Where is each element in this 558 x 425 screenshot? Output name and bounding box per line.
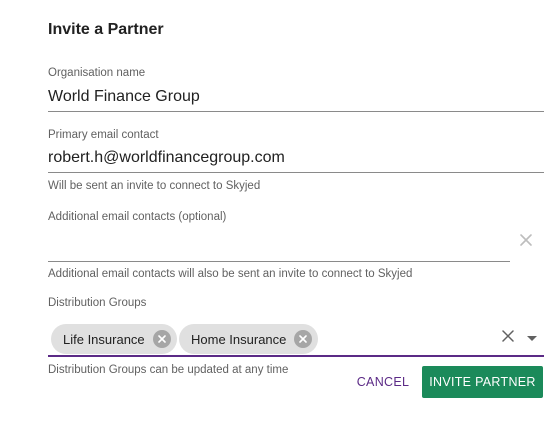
distribution-groups-underline [48, 355, 544, 357]
chip-remove-icon[interactable] [152, 330, 171, 348]
chip-home-insurance[interactable]: Home Insurance [179, 324, 319, 354]
primary-email-label: Primary email contact [48, 129, 159, 141]
chip-remove-icon[interactable] [294, 330, 313, 348]
additional-emails-underline [48, 261, 510, 262]
chip-life-insurance[interactable]: Life Insurance [51, 324, 177, 354]
clear-additional-emails-icon[interactable] [518, 232, 534, 248]
chip-label: Life Insurance [63, 331, 145, 347]
invite-partner-button[interactable]: INVITE PARTNER [422, 366, 543, 398]
cancel-button[interactable]: CANCEL [352, 366, 414, 398]
additional-emails-label: Additional email contacts (optional) [48, 211, 227, 223]
organisation-name-field[interactable]: World Finance Group [48, 88, 200, 106]
dropdown-caret-icon[interactable] [527, 336, 537, 341]
organisation-name-underline [48, 111, 544, 112]
organisation-name-label: Organisation name [48, 67, 146, 79]
distribution-groups-helper: Distribution Groups can be updated at an… [48, 364, 289, 376]
invite-partner-dialog: Invite a Partner Organisation name World… [0, 0, 558, 425]
primary-email-underline [48, 172, 544, 173]
dialog-title: Invite a Partner [48, 21, 164, 38]
primary-email-helper: Will be sent an invite to connect to Sky… [48, 180, 261, 192]
clear-distribution-groups-icon[interactable] [500, 328, 516, 344]
distribution-groups-label: Distribution Groups [48, 297, 147, 309]
chip-label: Home Insurance [191, 331, 287, 347]
additional-emails-helper: Additional email contacts will also be s… [48, 268, 413, 280]
additional-emails-input[interactable] [48, 228, 510, 260]
primary-email-field[interactable]: robert.h@worldfinancegroup.com [48, 149, 285, 167]
